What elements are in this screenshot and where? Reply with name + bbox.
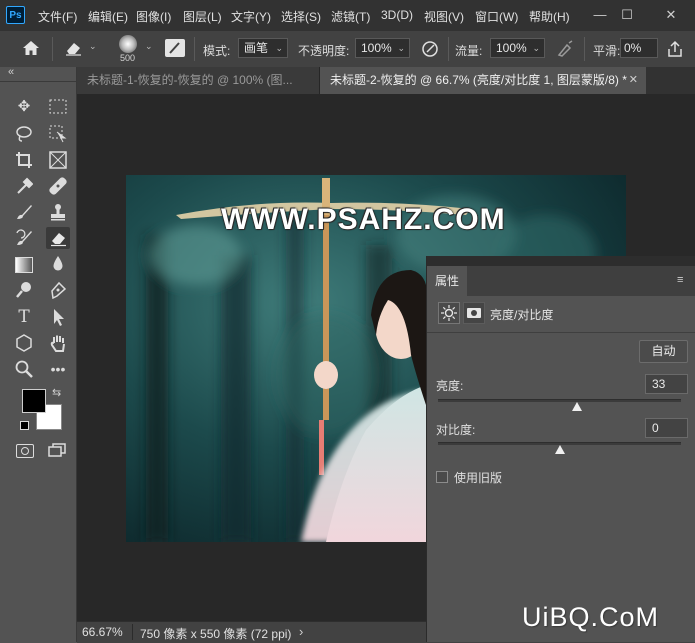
- pressure-opacity-icon[interactable]: [420, 39, 440, 59]
- contrast-label: 对比度:: [436, 423, 476, 437]
- menu-filter[interactable]: 滤镜(T): [331, 8, 370, 25]
- brush-tool-icon[interactable]: [12, 201, 36, 223]
- brush-size-label: 500: [120, 53, 136, 63]
- marquee-tool-icon[interactable]: [46, 96, 70, 118]
- gradient-tool-icon[interactable]: [12, 253, 36, 275]
- photoshop-logo: Ps: [6, 6, 25, 24]
- menu-image[interactable]: 图像(I): [136, 8, 171, 25]
- clone-stamp-tool-icon[interactable]: [46, 201, 70, 223]
- brightness-label: 亮度:: [436, 379, 464, 393]
- menu-select[interactable]: 选择(S): [281, 8, 321, 25]
- tab-close-icon[interactable]: ✕: [629, 67, 638, 94]
- legacy-checkbox[interactable]: [436, 471, 448, 483]
- document-info: 750 像素 x 550 像素 (72 ppi): [140, 627, 292, 641]
- panel-menu-icon[interactable]: ≡: [677, 274, 683, 286]
- lasso-tool-icon[interactable]: [12, 123, 36, 145]
- tab-document-2-label: 未标题-2-恢复的 @ 66.7% (亮度/对比度 1, 图层蒙版/8) *: [330, 73, 627, 87]
- menu-bar: Ps 文件(F) 编辑(E) 图像(I) 图层(L) 文字(Y) 选择(S) 滤…: [0, 0, 695, 31]
- brightness-slider-thumb[interactable]: [571, 402, 582, 411]
- swap-colors-icon[interactable]: ⇆: [52, 386, 61, 399]
- brightness-slider-track[interactable]: [438, 399, 681, 402]
- share-icon[interactable]: [667, 40, 683, 58]
- restore-button[interactable]: ☐: [616, 5, 638, 25]
- blur-tool-icon[interactable]: [46, 253, 70, 275]
- zoom-level[interactable]: 66.67%: [82, 625, 123, 639]
- auto-button[interactable]: 自动: [639, 340, 688, 363]
- flow-field[interactable]: 100% ⌄: [490, 38, 545, 58]
- path-selection-tool-icon[interactable]: [46, 306, 70, 328]
- history-brush-tool-icon[interactable]: [12, 227, 36, 249]
- smoothing-label: 平滑:: [593, 44, 621, 58]
- shape-tool-icon[interactable]: [12, 332, 36, 354]
- layer-mask-icon[interactable]: [463, 302, 485, 324]
- tools-panel: « ✥ T ••• ⇆: [0, 66, 77, 642]
- adjustment-brightness-icon[interactable]: [438, 302, 460, 324]
- crop-tool-icon[interactable]: [12, 149, 36, 171]
- brightness-field[interactable]: 33: [645, 374, 688, 394]
- contrast-field[interactable]: 0: [645, 418, 688, 438]
- tab-properties[interactable]: 属性: [427, 266, 467, 296]
- more-tools-icon[interactable]: •••: [46, 358, 70, 380]
- menu-edit[interactable]: 编辑(E): [88, 8, 128, 25]
- adjustment-title: 亮度/对比度: [490, 308, 554, 322]
- type-tool-icon[interactable]: T: [12, 306, 36, 328]
- tab-document-1[interactable]: 未标题-1-恢复的-恢复的 @ 100% (图...: [77, 67, 319, 94]
- mode-label: 模式:: [203, 44, 231, 58]
- document-tabs: 未标题-1-恢复的-恢复的 @ 100% (图... 未标题-2-恢复的 @ 6…: [77, 67, 695, 94]
- smoothing-field[interactable]: 0%: [620, 38, 658, 58]
- flow-label: 流量:: [455, 44, 483, 58]
- home-icon[interactable]: [22, 40, 40, 56]
- eraser-icon[interactable]: [64, 40, 84, 56]
- opacity-field[interactable]: 100% ⌄: [355, 38, 410, 58]
- menu-3d[interactable]: 3D(D): [381, 8, 413, 22]
- legacy-label: 使用旧版: [454, 471, 503, 485]
- brush-preview-icon[interactable]: [119, 35, 137, 53]
- airbrush-icon[interactable]: [555, 39, 575, 59]
- tool-preset-chevron-icon[interactable]: ⌄: [89, 41, 97, 52]
- properties-panel-header[interactable]: [427, 256, 695, 266]
- menu-layer[interactable]: 图层(L): [183, 8, 222, 25]
- options-bar: ⌄ 500 ⌄ 模式: 画笔 ⌄ 不透明度: 100% ⌄ 流量: 100% ⌄ 平滑…: [0, 31, 695, 68]
- contrast-slider-thumb[interactable]: [554, 445, 565, 454]
- photo-watermark: WWW.PSAHZ.COM: [221, 203, 506, 236]
- minimize-button[interactable]: —: [589, 5, 611, 25]
- brush-settings-icon[interactable]: [165, 39, 185, 57]
- frame-tool-icon[interactable]: [46, 149, 70, 171]
- opacity-label: 不透明度:: [298, 44, 350, 58]
- properties-panel: 属性 ≡ 亮度/对比度 自动 亮度: 33 对比度: 0 使用旧版 UiBQ.C…: [426, 256, 695, 642]
- menu-window[interactable]: 窗口(W): [475, 8, 518, 25]
- menu-file[interactable]: 文件(F): [38, 8, 77, 25]
- zoom-tool-icon[interactable]: [12, 358, 36, 380]
- move-tool-icon[interactable]: ✥: [12, 96, 36, 118]
- close-button[interactable]: ✕: [660, 5, 682, 25]
- corner-watermark: UiBQ.CoM: [522, 602, 660, 632]
- tab-document-2[interactable]: 未标题-2-恢复的 @ 66.7% (亮度/对比度 1, 图层蒙版/8) * ✕: [320, 67, 646, 94]
- dodge-tool-icon[interactable]: [12, 279, 36, 301]
- object-selection-tool-icon[interactable]: [46, 123, 70, 145]
- quick-mask-icon[interactable]: [16, 444, 34, 458]
- pen-tool-icon[interactable]: [46, 279, 70, 301]
- collapse-toolbar-icon[interactable]: «: [8, 66, 14, 78]
- menu-help[interactable]: 帮助(H): [529, 8, 570, 25]
- eyedropper-tool-icon[interactable]: [12, 175, 36, 197]
- mode-dropdown[interactable]: 画笔 ⌄: [238, 38, 288, 58]
- default-colors-icon[interactable]: [20, 421, 29, 430]
- brush-picker-chevron-icon[interactable]: ⌄: [145, 41, 153, 52]
- screen-mode-icon[interactable]: [48, 443, 66, 457]
- healing-brush-tool-icon[interactable]: [46, 175, 70, 197]
- eraser-tool-icon[interactable]: [46, 227, 70, 249]
- menu-type[interactable]: 文字(Y): [231, 8, 271, 25]
- menu-view[interactable]: 视图(V): [424, 8, 464, 25]
- hand-tool-icon[interactable]: [46, 332, 70, 354]
- foreground-color-swatch[interactable]: [22, 389, 46, 413]
- status-menu-arrow-icon[interactable]: ›: [299, 624, 303, 639]
